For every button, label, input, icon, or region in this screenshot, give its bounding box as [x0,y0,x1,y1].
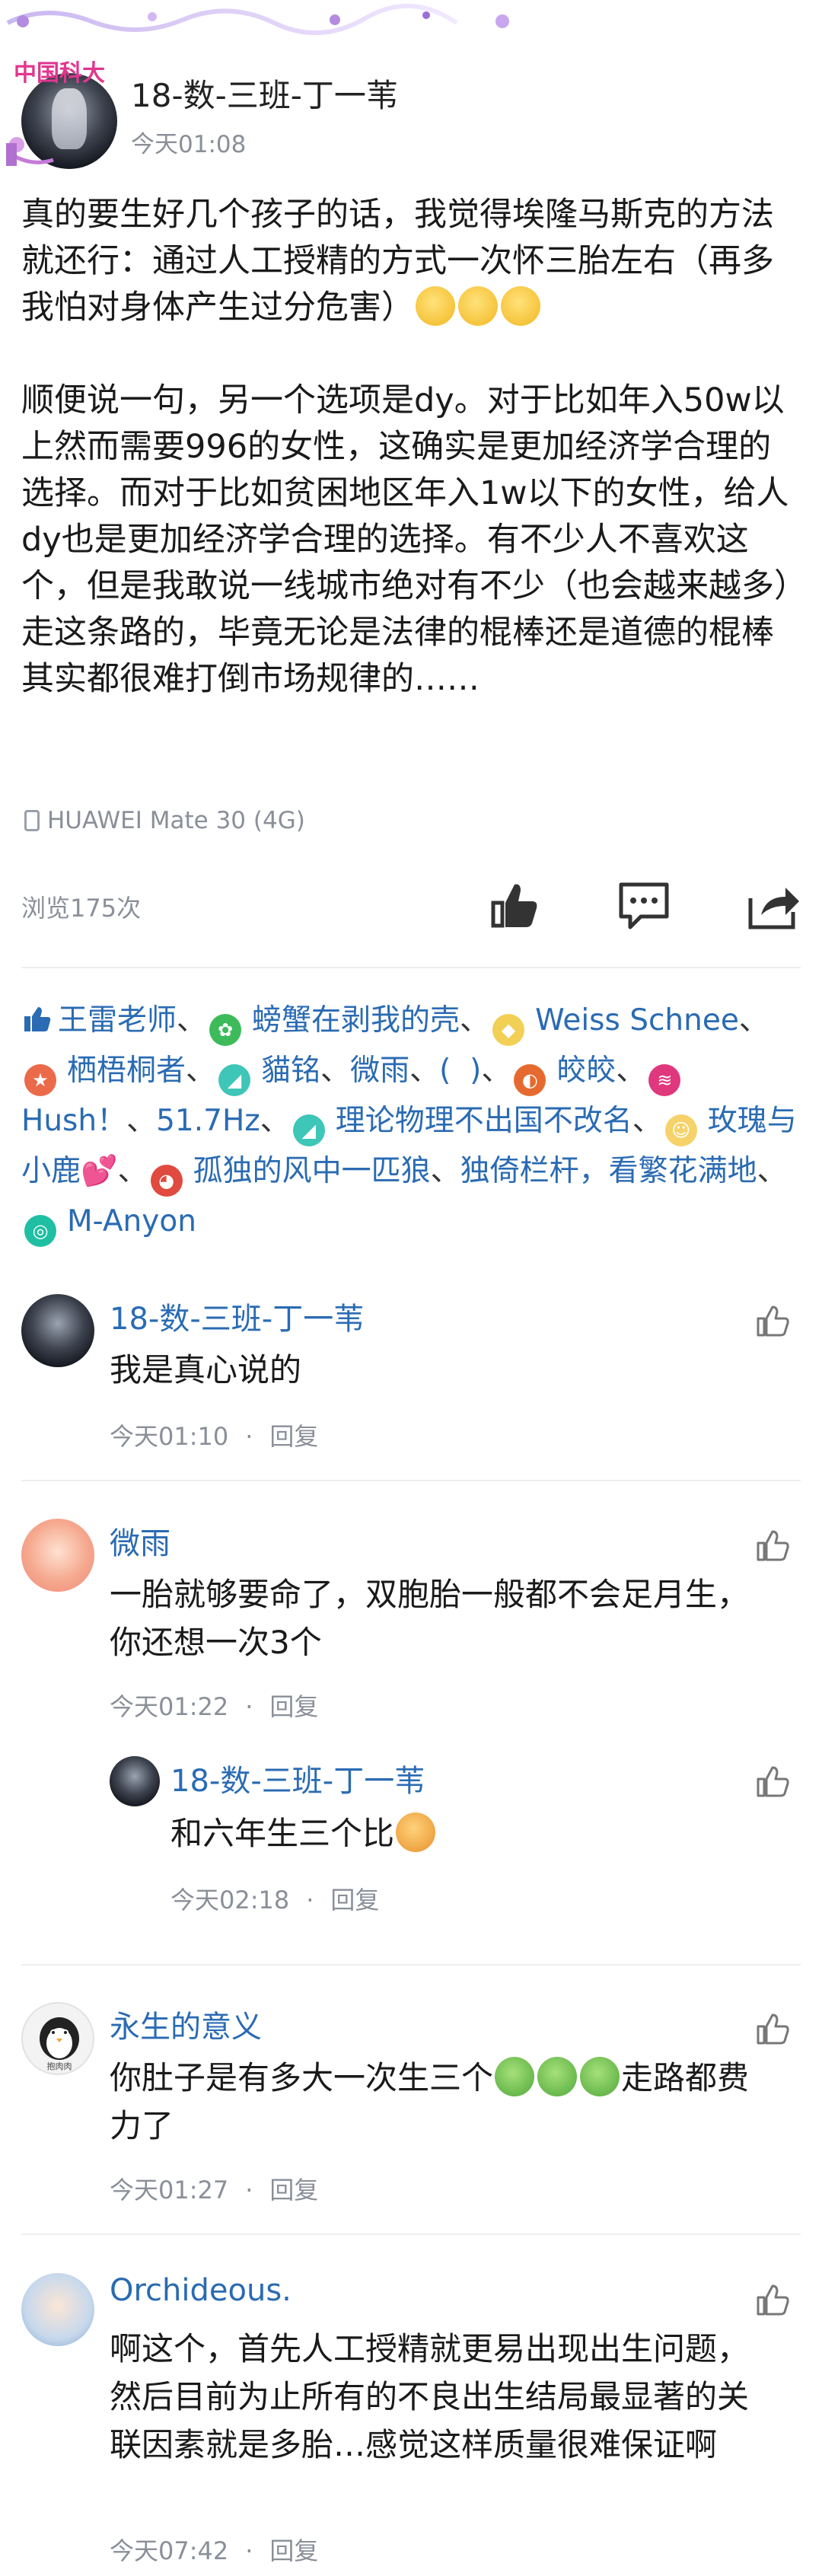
like-user[interactable]: 理论物理不出国不改名 [336,1104,632,1138]
reply-text: 和六年生三个比 [170,1809,749,1857]
user-avatar-icon: ◆ [492,1014,525,1046]
divider [21,967,801,968]
reply-button[interactable]: 回复 [269,1422,318,1451]
device-label: HUAWEI Mate 30 (4G) [47,807,305,834]
reply-like-icon[interactable] [754,1764,790,1800]
like-user[interactable]: Hush！ [21,1104,126,1138]
like-user[interactable]: 孤独的风中一匹狼 [193,1154,431,1188]
like-user[interactable]: M-Anyon [67,1204,196,1239]
user-avatar-icon: ◎ [24,1215,56,1247]
view-count: 浏览175次 [21,894,142,923]
comment-like-icon[interactable] [754,1303,790,1340]
commenter-name[interactable]: 微雨 [110,1519,170,1563]
emoji-melon-icon [495,2057,535,2096]
emoji-melon-icon [537,2057,578,2096]
like-user[interactable]: 王雷老师 [58,1003,177,1038]
like-user[interactable]: (⁠ ⁠ ⁠) [439,1054,481,1088]
penguin-avatar-icon: 抱肉肉 [40,2017,79,2071]
like-user[interactable]: 独倚栏杆，看繁花满地 [460,1154,757,1188]
like-user[interactable]: 皎皎 [556,1054,616,1088]
comment-meta: 今天07:42 · 回复 [110,2536,319,2565]
like-user[interactable]: 51.7Hz [156,1104,260,1138]
reply-button[interactable]: 回复 [269,1692,318,1721]
like-user[interactable]: 栖梧桐者 [67,1054,186,1088]
comment-text: 我是真心说的 [110,1351,302,1388]
commenter-avatar[interactable]: 抱肉肉 [21,2002,94,2075]
likes-list: 王雷老师、 ✿ 螃蟹在剥我的壳、 ◆ Weiss Schnee、★ 栖梧桐者、 ◢ 貓铭、微雨… [21,996,801,1247]
comment-time: 今天01:10 [110,1422,229,1451]
thumb-up-small-icon [24,1007,51,1031]
decorative-top-strip [0,0,822,38]
emoji-hug-icon [501,286,540,326]
divider [21,2233,801,2235]
commenter-avatar[interactable] [21,1294,94,1367]
post-paragraph: 顺便说一句，另一个选项是dy。对于比如年入50w以上然而需要996的女性，这确实… [21,381,791,698]
emoji-hug-icon [416,286,455,326]
user-avatar-icon: ◐ [514,1064,546,1096]
comment-like-icon[interactable] [754,2282,790,2319]
divider [21,1480,801,1481]
comment-text: 一胎就够要命了，双胞胎一般都不会足月生，你还想一次3个 [110,1576,750,1661]
comment-meta: 今天01:22 · 回复 [110,1692,319,1721]
like-user[interactable]: 螃蟹在剥我的壳 [252,1003,460,1038]
avatar-badge-frame: 中国科大 [6,61,105,166]
post-timestamp: 今天01:08 [131,131,247,158]
like-user[interactable]: Weiss Schnee [535,1003,739,1038]
user-avatar-icon: ◢ [292,1114,325,1146]
reply-meta: 今天02:18 · 回复 [170,1886,380,1914]
comment-text: 啊这个，首先人工授精就更易出现出生问题，然后目前为止所有的不良出生结局最显著的关… [110,2330,750,2463]
emoji-dog-icon [396,1812,436,1852]
user-avatar-icon: ≋ [648,1064,681,1096]
reply-time: 今天02:18 [170,1886,290,1914]
comment-meta: 今天01:27 · 回复 [110,2176,319,2205]
reply-button[interactable]: 回复 [269,2176,318,2205]
commenter-avatar[interactable] [21,1519,94,1592]
commenter-avatar[interactable] [21,2273,94,2346]
post-author-name[interactable]: 18-数-三班-丁一苇 [131,70,398,116]
comment-time: 今天01:27 [110,2176,229,2205]
post-body: 真的要生好几个孩子的话，我觉得埃隆马斯克的方法就还行：通过人工授精的方式一次怀三… [21,192,801,703]
device-info: HUAWEI Mate 30 (4G) [24,807,305,834]
commenter-name[interactable]: 永生的意义 [110,2002,262,2046]
comment-time: 今天01:22 [110,1692,229,1721]
reply-button[interactable]: 回复 [269,2536,318,2565]
like-user[interactable]: 微雨 [350,1054,409,1088]
reply-avatar[interactable] [110,1756,160,1806]
comment-icon[interactable] [613,875,674,936]
emoji-melon-icon [580,2057,620,2096]
commenter-name[interactable]: 18-数-三班-丁一苇 [110,1294,364,1338]
commenter-name[interactable]: Orchideous. [110,2273,292,2308]
divider [21,1964,801,1965]
comment-meta: 今天01:10 · 回复 [110,1422,319,1451]
user-avatar-icon: ✿ [209,1014,242,1046]
post-header: 中国科大 18-数-三班-丁一苇 今天01:08 [0,53,822,169]
user-avatar-icon: ★ [24,1064,56,1096]
user-avatar-icon: ◕ [150,1165,183,1197]
thumb-up-icon[interactable] [483,875,543,936]
emoji-hug-icon [458,286,498,326]
user-avatar-icon: ☺ [664,1114,697,1146]
like-user[interactable]: 貓铭 [261,1054,320,1088]
comment-time: 今天07:42 [110,2536,229,2565]
post-paragraph: 真的要生好几个孩子的话，我觉得埃隆马斯克的方法就还行：通过人工授精的方式一次怀三… [21,196,774,327]
share-icon[interactable] [743,875,804,936]
phone-icon [24,810,40,831]
svg-text:抱肉肉: 抱肉肉 [47,2061,72,2071]
svg-text:中国科大: 中国科大 [14,61,105,86]
comment-like-icon[interactable] [754,1528,790,1564]
reply-author-name[interactable]: 18-数-三班-丁一苇 [170,1756,425,1800]
comment-like-icon[interactable] [754,2011,790,2048]
reply-button[interactable]: 回复 [330,1886,379,1914]
comment-text: 你肚子是有多大一次生三个 走路都费力了 [110,2054,779,2150]
user-avatar-icon: ◢ [218,1064,251,1096]
